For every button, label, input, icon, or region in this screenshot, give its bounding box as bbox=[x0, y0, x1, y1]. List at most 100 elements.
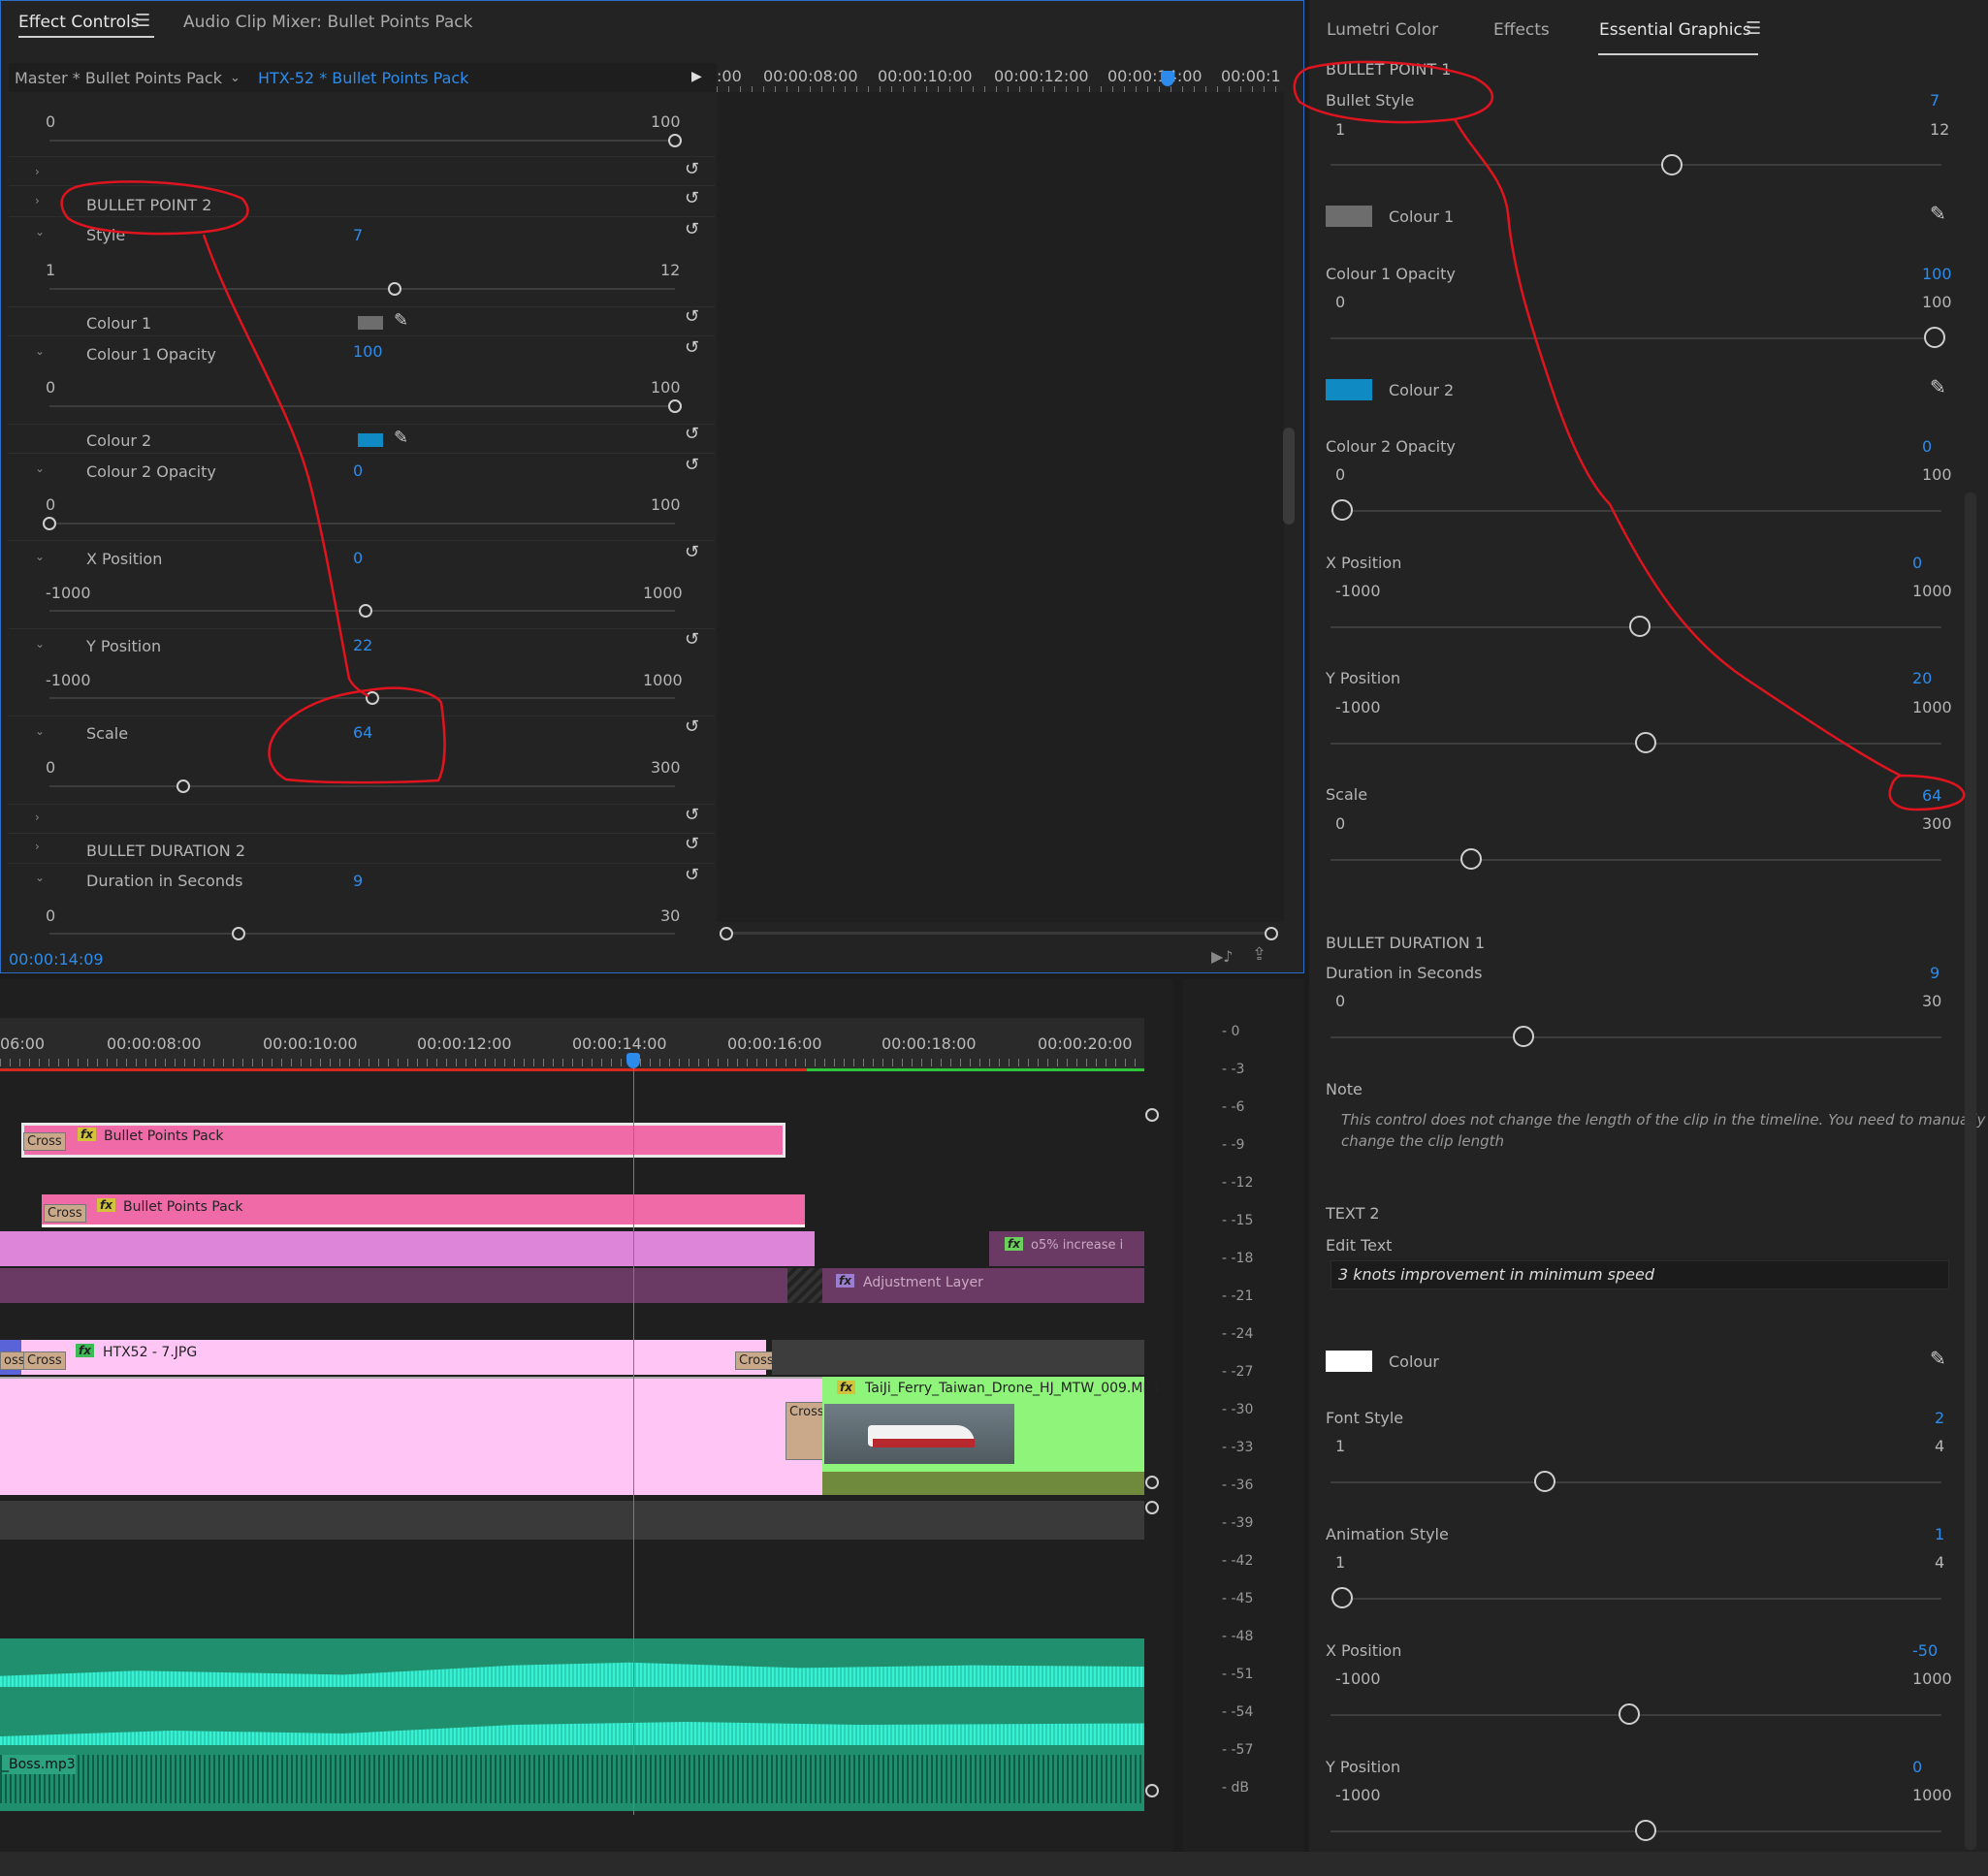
eyedropper-icon[interactable]: ✎ bbox=[1930, 377, 1946, 397]
colour2-swatch[interactable] bbox=[1326, 379, 1372, 400]
tab-effects[interactable]: Effects bbox=[1493, 20, 1550, 40]
clip-bullet-points-pack-2[interactable]: fx Bullet Points Pack bbox=[42, 1194, 805, 1227]
cross-dissolve[interactable]: Cross bbox=[44, 1204, 86, 1223]
clip-purple-graphic[interactable] bbox=[0, 1231, 815, 1266]
y-position-knob[interactable] bbox=[366, 691, 379, 705]
chevron-down-icon[interactable]: ⌄ bbox=[35, 462, 47, 474]
colour2-opacity-track[interactable] bbox=[1331, 510, 1941, 512]
scrollbar-thumb[interactable] bbox=[1965, 493, 1976, 1850]
cross-dissolve[interactable]: Cross bbox=[23, 1132, 66, 1151]
tab-effect-controls[interactable]: Effect Controls bbox=[18, 13, 140, 32]
scrollbar-thumb[interactable] bbox=[1283, 428, 1295, 525]
style-slider-knob[interactable] bbox=[388, 282, 401, 296]
clip-htx52-jpg[interactable]: fx HTX52 - 7.JPG bbox=[0, 1340, 766, 1375]
scale-knob[interactable] bbox=[1460, 848, 1482, 870]
chevron-down-icon[interactable]: ⌄ bbox=[35, 345, 47, 357]
panel-menu-icon[interactable]: ☰ bbox=[135, 12, 150, 31]
sequence-clip-label[interactable]: HTX-52 * Bullet Points Pack bbox=[258, 69, 468, 88]
reset-icon[interactable]: ↺ bbox=[685, 717, 699, 737]
scroll-left-handle[interactable] bbox=[720, 927, 733, 940]
clip-taiji-ferry-mp4[interactable]: fx TaiJi_Ferry_Taiwan_Drone_HJ_MTW_009.M… bbox=[822, 1377, 1160, 1495]
chevron-right-icon[interactable]: › bbox=[35, 811, 47, 823]
chevron-down-icon[interactable]: ⌄ bbox=[35, 725, 47, 737]
x-position-knob[interactable] bbox=[1629, 616, 1651, 637]
y-position-value[interactable]: 22 bbox=[353, 636, 372, 655]
y-position-value[interactable]: 20 bbox=[1912, 669, 1932, 688]
colour2-swatch[interactable] bbox=[358, 433, 383, 447]
reset-icon[interactable]: ↺ bbox=[685, 543, 699, 562]
reset-icon[interactable]: ↺ bbox=[685, 160, 700, 179]
playhead-handle[interactable] bbox=[626, 1053, 640, 1068]
current-timecode[interactable]: 00:00:14:09 bbox=[9, 950, 104, 970]
reset-icon[interactable]: ↺ bbox=[685, 307, 699, 327]
font-style-value[interactable]: 2 bbox=[1935, 1409, 1944, 1428]
keyframe-area[interactable] bbox=[717, 92, 1284, 922]
x-position-2-knob[interactable] bbox=[1619, 1703, 1640, 1725]
reset-icon[interactable]: ↺ bbox=[685, 630, 699, 650]
chevron-right-icon[interactable]: › bbox=[35, 841, 47, 852]
y-position-2-value[interactable]: 0 bbox=[1912, 1758, 1922, 1777]
clip-adjustment-layer[interactable]: fx Adjustment Layer bbox=[822, 1268, 1144, 1303]
duration-track[interactable] bbox=[49, 933, 675, 935]
play-only-icon[interactable]: ▶ bbox=[691, 67, 702, 86]
scroll-handle[interactable] bbox=[1145, 1784, 1159, 1797]
animation-style-knob[interactable] bbox=[1331, 1587, 1353, 1608]
colour1-opacity-knob[interactable] bbox=[668, 399, 682, 413]
horizontal-scrollbar[interactable] bbox=[723, 932, 1274, 935]
colour2-opacity-value[interactable]: 0 bbox=[1922, 437, 1932, 457]
font-style-knob[interactable] bbox=[1534, 1471, 1555, 1492]
timeline-ruler[interactable]: 06:00 00:00:08:00 00:00:10:00 00:00:12:0… bbox=[0, 1018, 1144, 1071]
clip-adjustment-dark[interactable] bbox=[0, 1268, 787, 1303]
reset-icon[interactable]: ↺ bbox=[685, 456, 699, 475]
colour1-opacity-value[interactable]: 100 bbox=[353, 342, 383, 362]
panel-menu-icon[interactable]: ☰ bbox=[1746, 19, 1761, 39]
colour1-opacity-knob[interactable] bbox=[1924, 327, 1945, 348]
eyedropper-icon[interactable]: ✎ bbox=[394, 311, 408, 331]
chevron-down-icon[interactable]: ⌄ bbox=[35, 638, 47, 650]
scale-value[interactable]: 64 bbox=[353, 723, 372, 743]
scale-value[interactable]: 64 bbox=[1922, 786, 1941, 806]
eyedropper-icon[interactable]: ✎ bbox=[394, 429, 408, 448]
chevron-down-icon[interactable]: ⌄ bbox=[35, 872, 47, 883]
playhead-handle[interactable] bbox=[1161, 71, 1174, 86]
bullet-style-knob[interactable] bbox=[1661, 154, 1683, 175]
cross-dissolve[interactable]: Cross bbox=[23, 1351, 66, 1370]
x-position-value[interactable]: 0 bbox=[1912, 554, 1922, 573]
effect-timeline-ruler[interactable]: :00 00:00:08:00 00:00:10:00 00:00:12:00 … bbox=[717, 63, 1284, 93]
chevron-down-icon[interactable]: ⌄ bbox=[35, 551, 47, 562]
duration-track[interactable] bbox=[1331, 1036, 1941, 1038]
chevron-right-icon[interactable]: › bbox=[35, 195, 47, 207]
eyedropper-icon[interactable]: ✎ bbox=[1930, 204, 1946, 223]
duration-knob[interactable] bbox=[232, 927, 245, 940]
chevron-down-icon[interactable]: ⌄ bbox=[35, 226, 47, 238]
scale-knob[interactable] bbox=[176, 779, 190, 793]
colour1-opacity-track[interactable] bbox=[49, 405, 675, 407]
reset-icon[interactable]: ↺ bbox=[685, 425, 699, 444]
duration-value[interactable]: 9 bbox=[1930, 964, 1940, 983]
chevron-down-icon[interactable]: ⌄ bbox=[230, 69, 240, 88]
y-position-2-knob[interactable] bbox=[1635, 1820, 1656, 1841]
scroll-handle[interactable] bbox=[1145, 1108, 1159, 1122]
reset-icon[interactable]: ↺ bbox=[685, 806, 699, 825]
y-position-track[interactable] bbox=[49, 697, 675, 699]
clip-pink-video[interactable] bbox=[0, 1377, 822, 1495]
clip-audio-boss-mp3[interactable]: _Boss.mp3 bbox=[0, 1638, 1144, 1811]
scroll-handle[interactable] bbox=[1145, 1476, 1159, 1489]
scale-track[interactable] bbox=[49, 785, 675, 787]
top-slider-knob[interactable] bbox=[668, 134, 682, 147]
x-position-value[interactable]: 0 bbox=[353, 549, 363, 568]
master-clip-label[interactable]: Master * Bullet Points Pack bbox=[15, 69, 222, 88]
colour1-opacity-value[interactable]: 100 bbox=[1922, 265, 1952, 284]
scroll-right-handle[interactable] bbox=[1265, 927, 1278, 940]
bullet-style-value[interactable]: 7 bbox=[1930, 91, 1940, 111]
duration-value[interactable]: 9 bbox=[353, 872, 363, 891]
clip-bullet-points-pack-1[interactable]: fx Bullet Points Pack bbox=[21, 1123, 786, 1158]
scale-track[interactable] bbox=[1331, 859, 1941, 861]
filter-audio-icon[interactable]: ▶♪ bbox=[1211, 947, 1234, 967]
text-colour-swatch[interactable] bbox=[1326, 1351, 1372, 1372]
font-style-track[interactable] bbox=[1331, 1481, 1941, 1483]
eyedropper-icon[interactable]: ✎ bbox=[1930, 1349, 1946, 1368]
colour2-opacity-knob[interactable] bbox=[1331, 499, 1353, 521]
colour2-opacity-value[interactable]: 0 bbox=[353, 461, 363, 481]
reset-icon[interactable]: ↺ bbox=[685, 835, 699, 854]
